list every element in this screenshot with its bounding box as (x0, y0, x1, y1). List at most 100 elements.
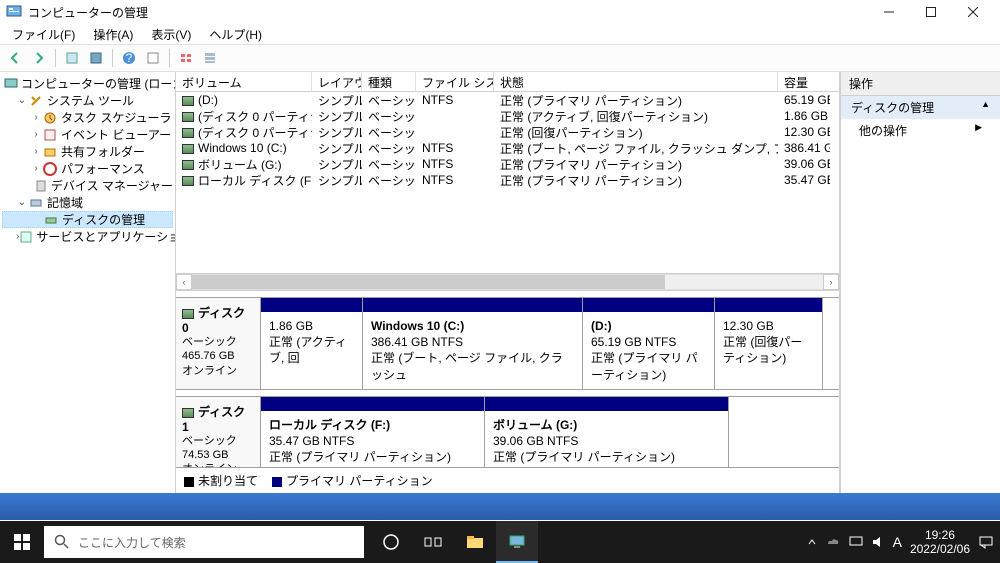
tree-root[interactable]: コンピューターの管理 (ローカル) (2, 75, 173, 92)
col-fs[interactable]: ファイル システム (416, 72, 494, 91)
volume-icon[interactable] (871, 535, 885, 549)
volume-row[interactable]: (ディスク 0 パーティション 4)シンプルベーシック正常 (回復パーティション… (176, 124, 839, 140)
taskbar-search[interactable]: ここに入力して検索 (44, 526, 364, 558)
partition[interactable]: ローカル ディスク (F:)35.47 GB NTFS正常 (プライマリ パーテ… (261, 397, 485, 467)
tree-device-manager[interactable]: デバイス マネージャー (2, 177, 173, 194)
actions-other[interactable]: 他の操作 ▶ (841, 119, 1000, 142)
back-button[interactable] (4, 47, 26, 69)
scroll-left-button[interactable]: ‹ (176, 274, 192, 290)
tree-label: イベント ビューアー (61, 126, 171, 143)
close-button[interactable] (952, 0, 994, 24)
titlebar: コンピューターの管理 (0, 0, 1000, 24)
volume-icon (182, 112, 194, 122)
disk-icon (43, 212, 59, 228)
tree-services-apps[interactable]: ›サービスとアプリケーション (2, 228, 173, 245)
tree-label: ディスクの管理 (62, 211, 145, 228)
legend-swatch-unallocated (184, 477, 194, 487)
partition[interactable]: Windows 10 (C:)386.41 GB NTFS正常 (ブート, ペー… (363, 298, 583, 389)
start-button[interactable] (0, 521, 44, 563)
props-button[interactable] (85, 47, 107, 69)
up-button[interactable] (61, 47, 83, 69)
toolbar: ? (0, 44, 1000, 72)
ime-indicator[interactable]: A (893, 534, 902, 550)
scroll-thumb[interactable] (192, 275, 665, 289)
actions-pane: 操作 ディスクの管理▲ 他の操作▶ (840, 72, 1000, 493)
tree-task-scheduler[interactable]: › タスク スケジューラ (2, 109, 173, 126)
legend: 未割り当て プライマリ パーティション (176, 467, 839, 493)
col-type[interactable]: 種類 (362, 72, 416, 91)
tree-performance[interactable]: ›パフォーマンス (2, 160, 173, 177)
services-icon (19, 229, 33, 245)
col-volume[interactable]: ボリューム (176, 72, 312, 91)
scroll-right-button[interactable]: › (823, 274, 839, 290)
disk-header[interactable]: ディスク 1ベーシック74.53 GBオンライン (176, 397, 261, 467)
cortana-button[interactable] (370, 521, 412, 563)
tree-shared-folders[interactable]: ›共有フォルダー (2, 143, 173, 160)
actions-other-label: 他の操作 (859, 122, 907, 139)
tree-label: タスク スケジューラ (61, 109, 172, 126)
disk-block: ディスク 1ベーシック74.53 GBオンラインローカル ディスク (F:)35… (176, 396, 839, 467)
expand-icon[interactable]: › (30, 129, 42, 140)
legend-unallocated: 未割り当て (198, 474, 258, 488)
col-status[interactable]: 状態 (494, 72, 778, 91)
menu-file[interactable]: ファイル(F) (4, 24, 83, 45)
help-button[interactable]: ? (118, 47, 140, 69)
expand-icon[interactable]: ⌄ (16, 197, 28, 208)
volume-row[interactable]: ローカル ディスク (F:)シンプルベーシックNTFS正常 (プライマリ パーテ… (176, 172, 839, 188)
partition[interactable]: 1.86 GB正常 (アクティブ, 回 (261, 298, 363, 389)
volume-row[interactable]: ボリューム (G:)シンプルベーシックNTFS正常 (プライマリ パーティション… (176, 156, 839, 172)
explorer-button[interactable] (454, 521, 496, 563)
search-icon (54, 534, 70, 550)
expand-icon[interactable]: ⌄ (16, 95, 28, 106)
disk-header[interactable]: ディスク 0ベーシック465.76 GBオンライン (176, 298, 261, 389)
network-icon[interactable] (849, 536, 863, 548)
volume-list[interactable]: ボリューム レイアウト 種類 ファイル システム 状態 容量 (D:)シンプルベ… (176, 72, 839, 188)
notifications-icon[interactable] (978, 535, 994, 549)
view-list-button[interactable] (175, 47, 197, 69)
expand-icon[interactable]: › (30, 146, 42, 157)
partition[interactable]: ボリューム (G:)39.06 GB NTFS正常 (プライマリ パーティション… (485, 397, 729, 467)
clock-time: 19:26 (910, 528, 970, 542)
partition[interactable]: 12.30 GB正常 (回復パーティション) (715, 298, 823, 389)
forward-button[interactable] (28, 47, 50, 69)
volume-row[interactable]: Windows 10 (C:)シンプルベーシックNTFS正常 (ブート, ページ… (176, 140, 839, 156)
expand-icon[interactable]: › (30, 163, 42, 174)
desktop-background (0, 493, 1000, 520)
minimize-button[interactable] (868, 0, 910, 24)
expand-icon[interactable]: › (30, 112, 42, 123)
compmgmt-button[interactable] (496, 521, 538, 563)
menu-help[interactable]: ヘルプ(H) (201, 24, 270, 45)
app-icon (6, 4, 22, 20)
scroll-track[interactable] (192, 274, 823, 290)
menu-action[interactable]: 操作(A) (85, 24, 141, 45)
disk-block: ディスク 0ベーシック465.76 GBオンライン1.86 GB正常 (アクティ… (176, 297, 839, 390)
actions-section[interactable]: ディスクの管理▲ (841, 96, 1000, 119)
tree-system-tools[interactable]: ⌄システム ツール (2, 92, 173, 109)
computer-icon (4, 76, 18, 92)
submenu-icon: ▶ (975, 122, 982, 139)
tree-storage[interactable]: ⌄記憶域 (2, 194, 173, 211)
onedrive-icon[interactable] (825, 536, 841, 548)
tree-label: サービスとアプリケーション (36, 228, 176, 245)
volume-row[interactable]: (ディスク 0 パーティション 1)シンプルベーシック正常 (アクティブ, 回復… (176, 108, 839, 124)
volume-row[interactable]: (D:)シンプルベーシックNTFS正常 (プライマリ パーティション)65.19… (176, 92, 839, 108)
menu-view[interactable]: 表示(V) (143, 24, 199, 45)
col-capacity[interactable]: 容量 (778, 72, 830, 91)
maximize-button[interactable] (910, 0, 952, 24)
volume-icon (182, 128, 194, 138)
actions-section-label: ディスクの管理 (851, 99, 934, 116)
clock[interactable]: 19:26 2022/02/06 (910, 528, 970, 557)
refresh-button[interactable] (142, 47, 164, 69)
partition[interactable]: (D:)65.19 GB NTFS正常 (プライマリ パーティション) (583, 298, 715, 389)
volume-icon (182, 176, 194, 186)
tray-chevron[interactable] (807, 537, 817, 547)
volume-icon (182, 160, 194, 170)
tree-label: デバイス マネージャー (51, 177, 173, 194)
nav-tree[interactable]: コンピューターの管理 (ローカル) ⌄システム ツール ›タスク スケジューラ … (0, 72, 176, 493)
view-details-button[interactable] (199, 47, 221, 69)
col-layout[interactable]: レイアウト (312, 72, 362, 91)
tree-disk-management[interactable]: ディスクの管理 (2, 211, 173, 228)
taskview-button[interactable] (412, 521, 454, 563)
volume-scrollbar[interactable]: ‹ › (176, 273, 839, 291)
tree-event-viewer[interactable]: › イベント ビューアー (2, 126, 173, 143)
